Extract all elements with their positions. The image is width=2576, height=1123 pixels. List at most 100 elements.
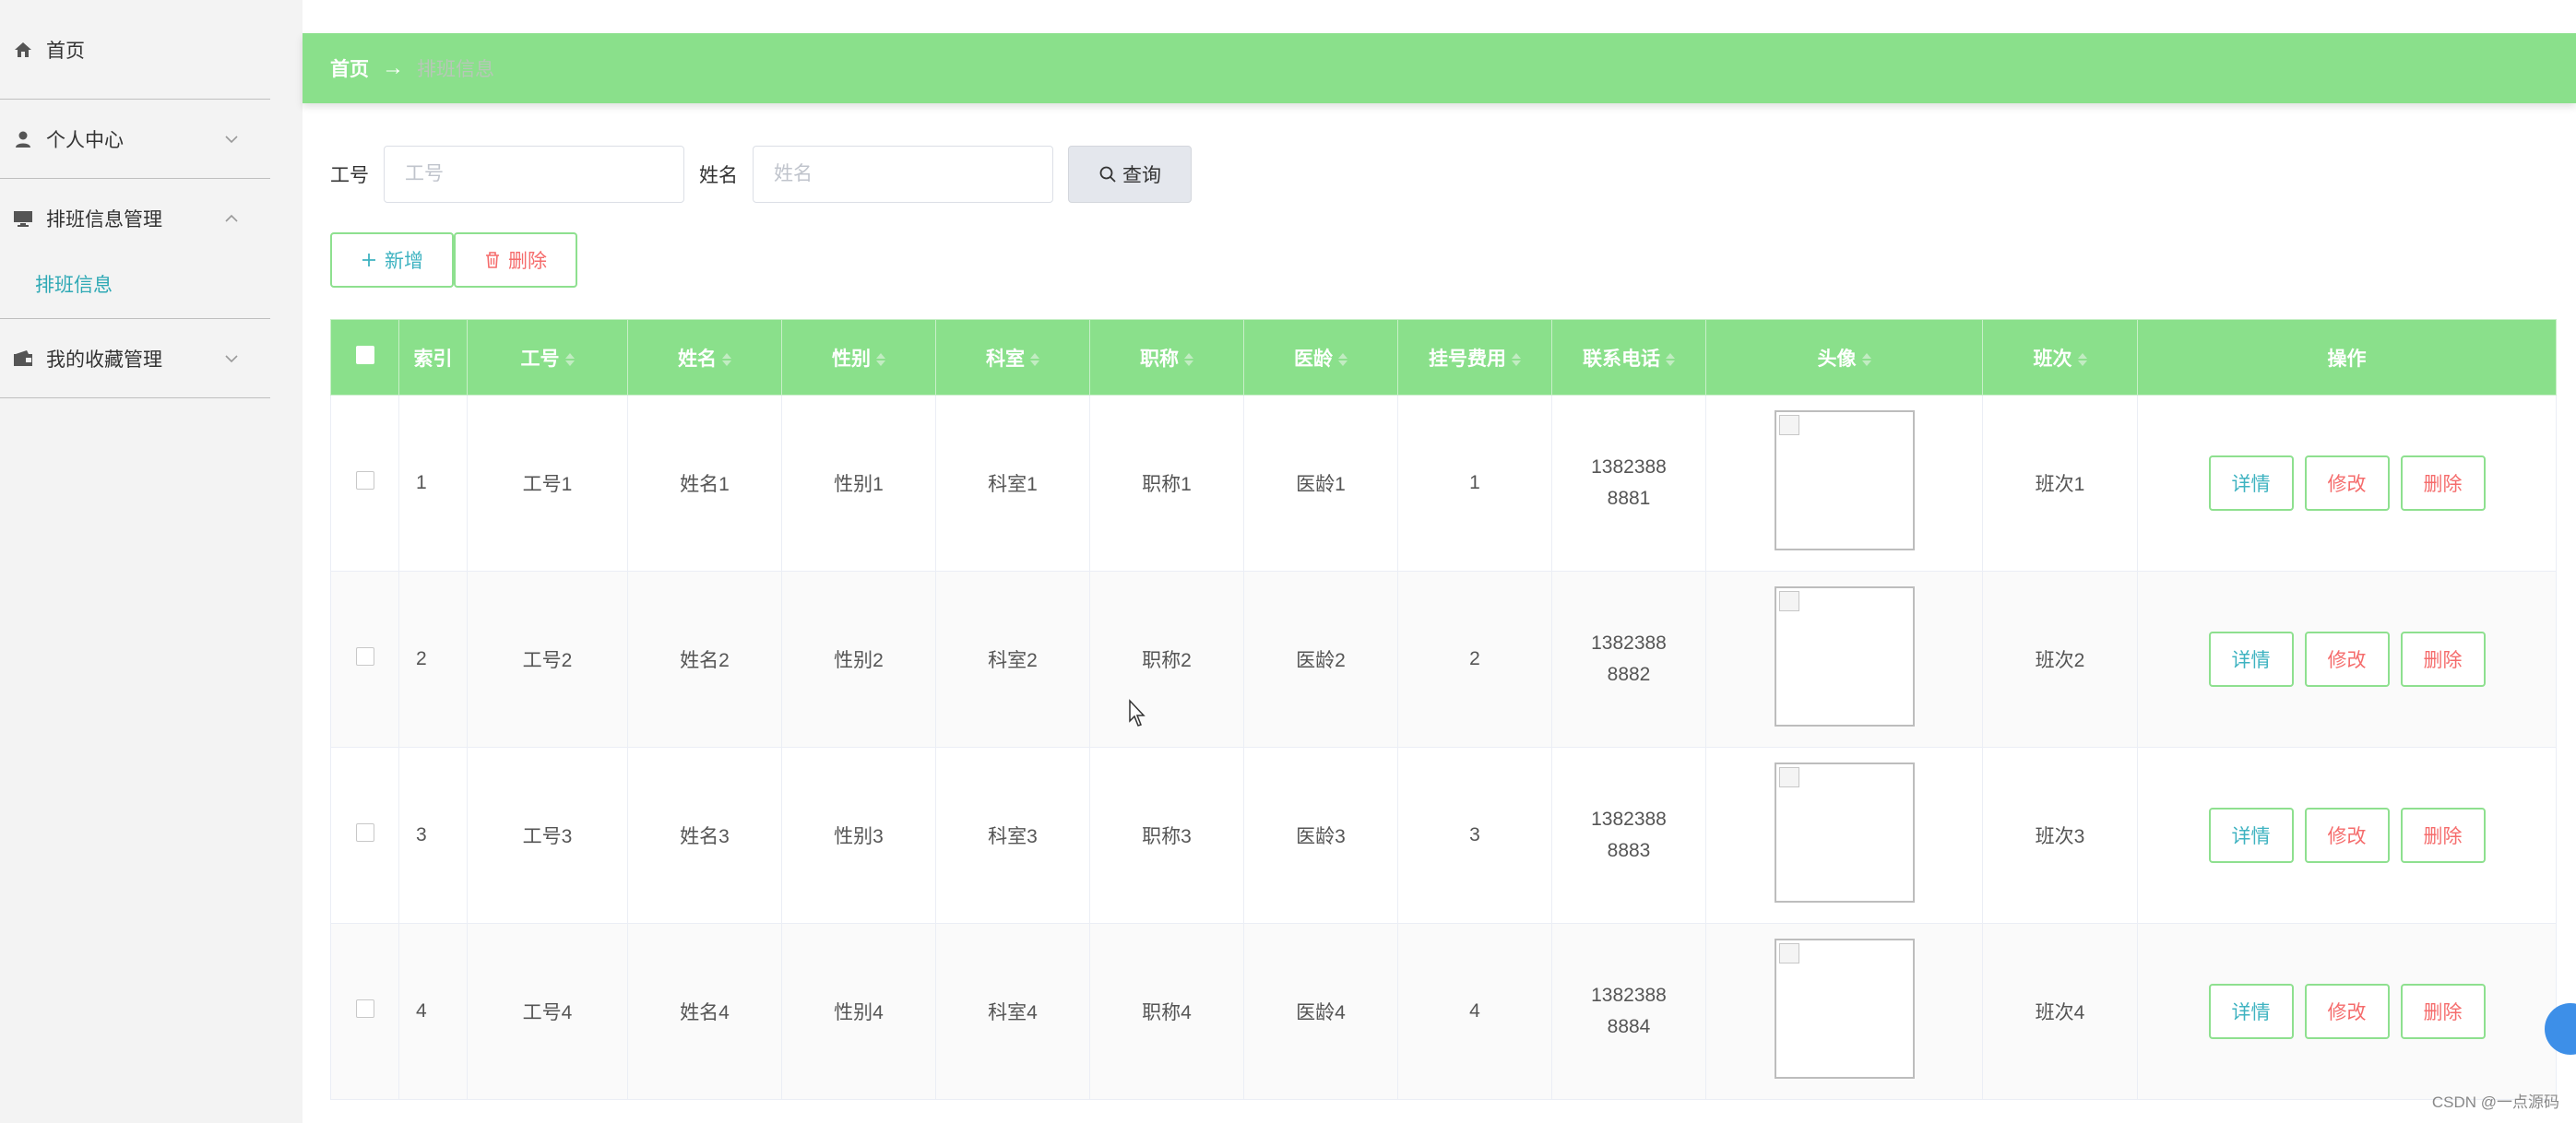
search-button[interactable]: 查询 [1068,146,1192,203]
col-header-fee[interactable]: 挂号费用 [1397,319,1552,396]
cell-index: 1 [398,395,468,572]
cell-fee: 4 [1397,923,1552,1100]
sidebar-item-label: 首页 [46,40,85,62]
col-header-title[interactable]: 职称 [1089,319,1244,396]
cell-dept: 科室3 [935,747,1090,924]
name-label: 姓名 [699,165,738,186]
broken-image-icon [1778,943,1799,963]
cell-phone: 13823888882 [1551,571,1706,748]
trash-icon [486,252,499,268]
delete-button[interactable]: 删除 [2400,808,2486,863]
edit-button[interactable]: 修改 [2304,808,2390,863]
main-content: 首页 → 排班信息 工号 姓名 查询 新增 删除 [303,0,2576,1123]
cell-gonghao: 工号1 [467,395,628,572]
cell-age: 医龄4 [1243,923,1398,1100]
chevron-down-icon [225,354,238,362]
cell-name: 姓名3 [627,747,782,924]
gonghao-label: 工号 [330,165,369,186]
schedule-table: 索引 工号 姓名 性别 科室 职称 医龄 挂号费用 联系电话 头像 班次 操作 … [330,319,2557,1100]
col-header-age[interactable]: 医龄 [1243,319,1398,396]
cell-actions: 详情 修改 删除 [2137,747,2557,924]
broken-image-icon [1778,767,1799,787]
edit-button[interactable]: 修改 [2304,632,2390,687]
cell-dept: 科室1 [935,395,1090,572]
cell-gender: 性别4 [781,923,936,1100]
delete-button[interactable]: 删除 [2400,632,2486,687]
col-header-phone[interactable]: 联系电话 [1551,319,1706,396]
cell-index: 2 [398,571,468,748]
sidebar-item-favorites-management[interactable]: 我的收藏管理 [0,319,270,398]
col-header-actions: 操作 [2137,319,2557,396]
gonghao-input[interactable] [384,146,684,203]
cell-avatar [1705,747,1983,924]
cell-avatar [1705,923,1983,1100]
add-button[interactable]: 新增 [330,232,454,288]
sort-icon[interactable] [564,351,575,368]
col-header-gender[interactable]: 性别 [781,319,936,396]
cell-dept: 科室2 [935,571,1090,748]
cell-age: 医龄1 [1243,395,1398,572]
cell-gonghao: 工号4 [467,923,628,1100]
cell-shift: 班次2 [1982,571,2138,748]
sort-icon[interactable] [1030,351,1039,368]
cell-index: 4 [398,923,468,1100]
sort-icon[interactable] [1184,351,1193,368]
search-icon [1099,166,1116,183]
cell-title: 职称1 [1089,395,1244,572]
cell-title: 职称3 [1089,747,1244,924]
cell-avatar [1705,395,1983,572]
row-checkbox[interactable] [330,571,399,748]
edit-button[interactable]: 修改 [2304,455,2390,511]
detail-button[interactable]: 详情 [2208,984,2294,1039]
avatar-image-broken [1774,939,1915,1079]
delete-button[interactable]: 删除 [2400,455,2486,511]
cell-phone: 13823888883 [1551,747,1706,924]
cell-gender: 性别2 [781,571,936,748]
sort-icon[interactable] [876,351,885,368]
avatar-image-broken [1774,762,1915,903]
cell-actions: 详情 修改 删除 [2137,571,2557,748]
cell-index: 3 [398,747,468,924]
row-checkbox[interactable] [330,395,399,572]
avatar-image-broken [1774,410,1915,550]
detail-button[interactable]: 详情 [2208,455,2294,511]
row-checkbox[interactable] [330,747,399,924]
sidebar-item-label: 个人中心 [46,129,124,151]
select-all-checkbox[interactable] [330,319,399,396]
sidebar-item-schedule-management[interactable]: 排班信息管理 [0,179,270,258]
sidebar-item-home[interactable]: 首页 [0,0,270,100]
sidebar-item-label: 我的收藏管理 [46,349,162,371]
sort-icon[interactable] [1338,351,1347,368]
detail-button[interactable]: 详情 [2208,808,2294,863]
sort-icon[interactable] [1861,351,1871,368]
edit-button[interactable]: 修改 [2304,984,2390,1039]
broken-image-icon [1778,415,1799,435]
sidebar-item-personal-center[interactable]: 个人中心 [0,100,270,179]
mouse-cursor-icon [1129,699,1146,727]
sort-icon[interactable] [1666,351,1675,368]
delete-button[interactable]: 删除 [2400,984,2486,1039]
col-header-gonghao[interactable]: 工号 [467,319,628,396]
detail-button[interactable]: 详情 [2208,632,2294,687]
name-input[interactable] [753,146,1053,203]
sidebar-subitem-schedule-info[interactable]: 排班信息 [0,249,270,319]
cell-shift: 班次1 [1982,395,2138,572]
breadcrumb: 首页 → 排班信息 [303,33,2576,103]
avatar-image-broken [1774,586,1915,727]
sort-icon[interactable] [2077,351,2087,368]
table-row: 2 工号2 姓名2 性别2 科室2 职称2 医龄2 2 13823888882 … [330,571,2557,748]
col-header-name[interactable]: 姓名 [627,319,782,396]
col-header-avatar[interactable]: 头像 [1705,319,1983,396]
row-checkbox[interactable] [330,923,399,1100]
col-header-dept[interactable]: 科室 [935,319,1090,396]
sort-icon[interactable] [1512,351,1521,368]
batch-delete-button[interactable]: 删除 [454,232,577,288]
cell-dept: 科室4 [935,923,1090,1100]
home-icon [13,40,33,60]
cell-age: 医龄3 [1243,747,1398,924]
breadcrumb-home[interactable]: 首页 [330,54,369,82]
cell-name: 姓名1 [627,395,782,572]
add-button-label: 新增 [385,251,423,272]
col-header-shift[interactable]: 班次 [1982,319,2138,396]
sort-icon[interactable] [722,351,731,368]
